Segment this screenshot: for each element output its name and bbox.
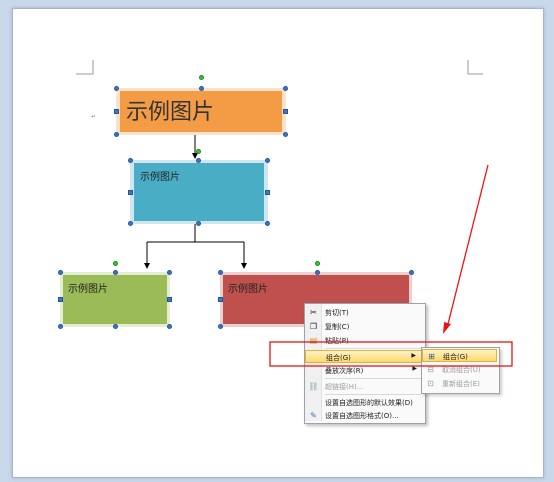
annotation-overlay — [269, 164, 513, 367]
annotation-highlight-box — [269, 341, 513, 367]
annotation-arrowhead — [443, 322, 451, 334]
annotation-arrow — [446, 164, 489, 329]
